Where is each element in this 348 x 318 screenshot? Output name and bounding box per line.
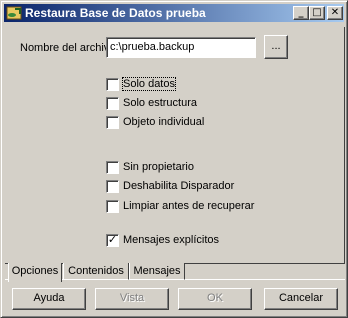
tab-label: Mensajes xyxy=(133,265,181,277)
tab-mensajes[interactable]: Mensajes xyxy=(129,263,185,280)
checkbox-box[interactable] xyxy=(106,200,119,213)
file-name-label: Nombre del archivo xyxy=(20,42,116,54)
checkbox-box[interactable] xyxy=(106,116,119,129)
checkbox-box[interactable] xyxy=(106,78,119,91)
checkbox-label: Solo datos xyxy=(122,77,176,91)
app-icon xyxy=(6,6,22,20)
preview-button-label: Vista xyxy=(119,292,145,304)
help-button-label: Ayuda xyxy=(33,292,65,304)
maximize-button[interactable]: □ xyxy=(309,6,325,20)
checkbox-box[interactable]: ✓ xyxy=(106,234,119,247)
preview-button[interactable]: Vista xyxy=(95,288,169,310)
tab-label: Opciones xyxy=(11,265,59,277)
tab-label: Contenidos xyxy=(68,265,124,277)
window-title: Restaura Base de Datos prueba xyxy=(25,6,206,20)
checkbox-box[interactable] xyxy=(106,161,119,174)
title-bar[interactable]: Restaura Base de Datos prueba _ □ ✕ xyxy=(4,4,344,22)
checkbox-box[interactable] xyxy=(106,97,119,110)
panel-right-edge xyxy=(344,27,345,264)
checkbox-box[interactable] xyxy=(106,180,119,193)
file-name-input[interactable]: c:\prueba.backup xyxy=(106,37,256,58)
tab-opciones[interactable]: Opciones xyxy=(8,263,62,282)
tab-contenidos[interactable]: Contenidos xyxy=(63,263,129,280)
help-button[interactable]: Ayuda xyxy=(12,288,86,310)
check-mark-icon: ✓ xyxy=(107,233,118,246)
cancel-button[interactable]: Cancelar xyxy=(264,288,338,310)
restore-dialog-window: Restaura Base de Datos prueba _ □ ✕ Nomb… xyxy=(0,0,348,318)
checkbox-label: Solo estructura xyxy=(123,97,197,109)
checkbox-label: Sin propietario xyxy=(123,161,194,173)
minimize-button[interactable]: _ xyxy=(293,6,309,20)
minimize-icon: _ xyxy=(298,7,304,18)
maximize-icon: □ xyxy=(312,7,322,18)
cancel-button-label: Cancelar xyxy=(278,292,324,304)
checkbox-label: Deshabilita Disparador xyxy=(123,180,235,192)
browse-button[interactable]: ... xyxy=(264,35,288,59)
close-button[interactable]: ✕ xyxy=(327,6,343,20)
checkbox-label: Mensajes explícitos xyxy=(123,234,219,246)
close-icon: ✕ xyxy=(330,7,340,18)
ok-button-label: OK xyxy=(207,292,223,304)
checkbox-label: Objeto individual xyxy=(123,116,205,128)
ok-button[interactable]: OK xyxy=(178,288,252,310)
checkbox-label: Limpiar antes de recuperar xyxy=(123,200,255,212)
